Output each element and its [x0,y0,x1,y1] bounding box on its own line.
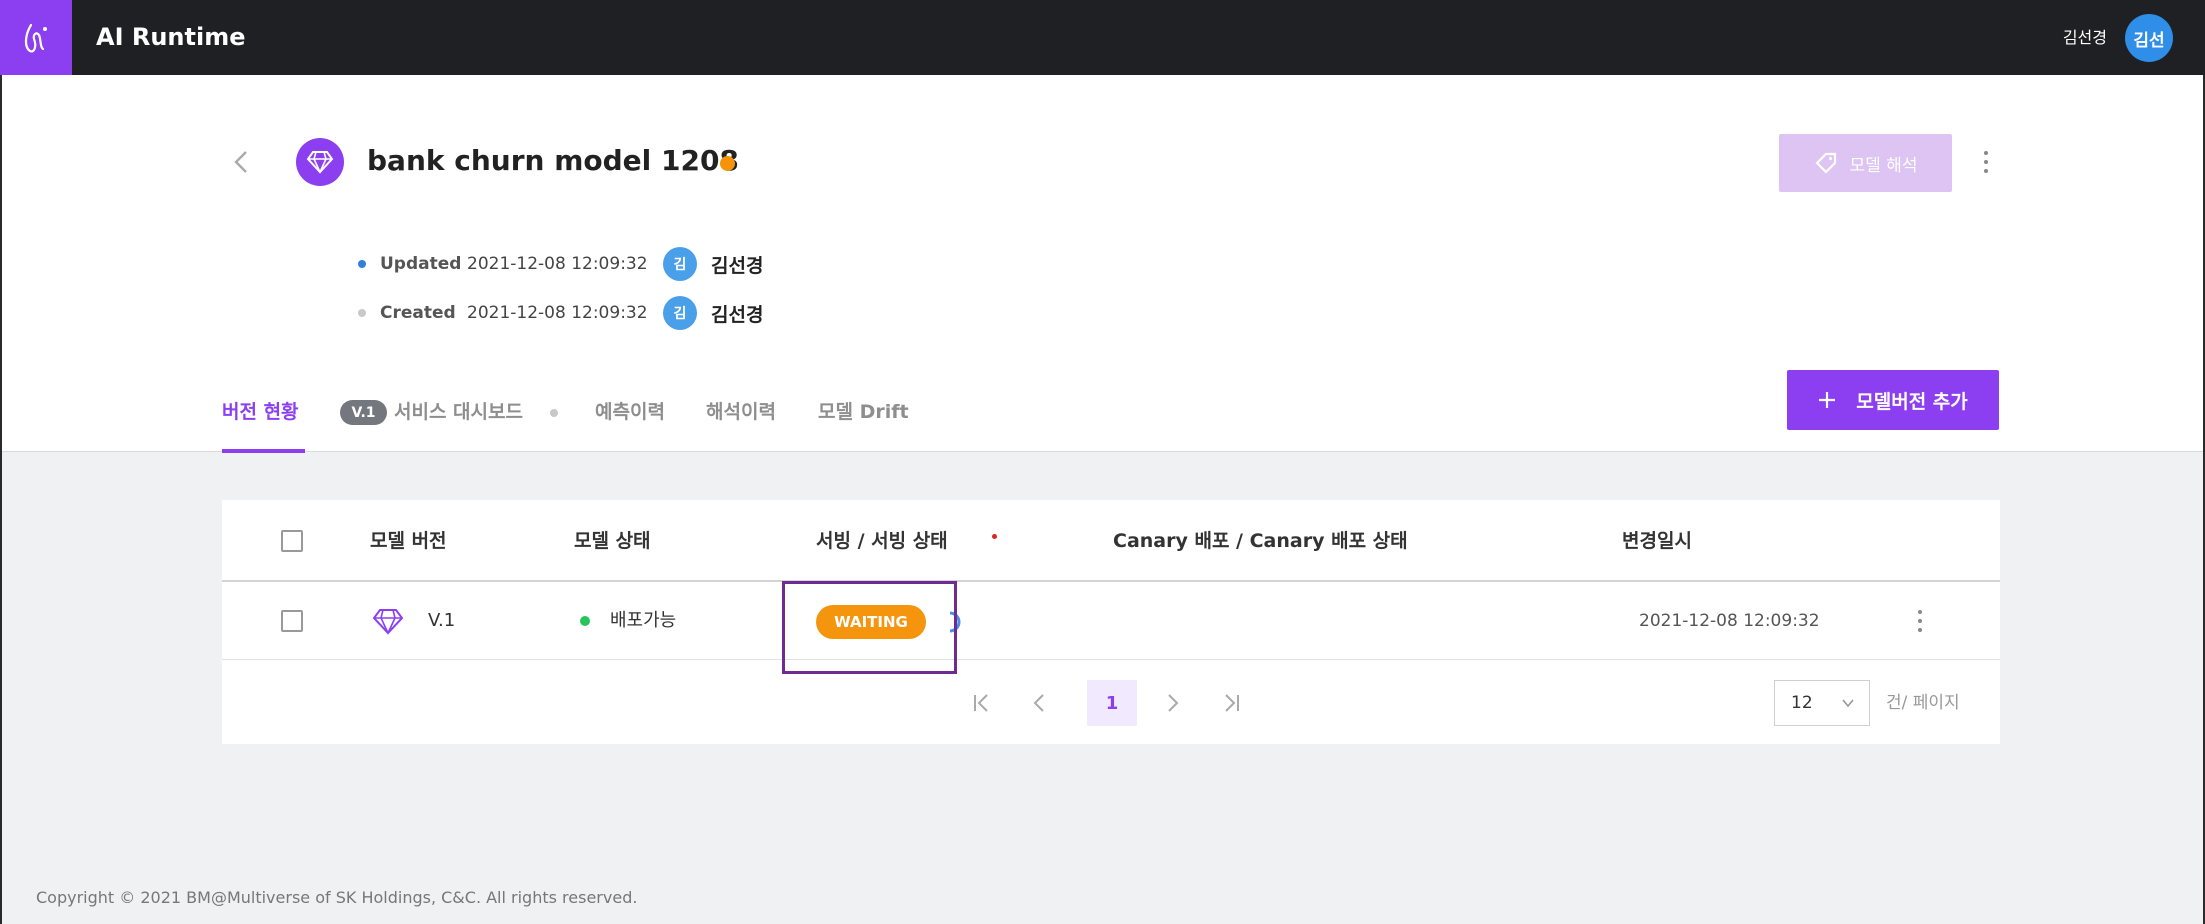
col-model-status: 모델 상태 [574,530,651,552]
diamond-icon [372,609,404,635]
select-all-checkbox[interactable] [281,530,303,552]
updated-user: 김선경 [711,254,764,277]
model-avatar [296,138,344,186]
current-page[interactable]: 1 [1087,680,1137,726]
tab-interpretation-history[interactable]: 해석이력 [706,394,776,430]
updated-date: 2021-12-08 12:09:32 [467,254,648,274]
add-model-version-label: 모델버전 추가 [1856,390,1968,413]
model-interpret-button[interactable]: 모델 해석 [1779,134,1952,192]
user-name[interactable]: 김선경 [2063,0,2107,75]
chevron-right-icon [1168,694,1179,712]
top-bar: AI Runtime 김선경 김선 [0,0,2205,75]
created-row: Created 2021-12-08 12:09:32 김 김선경 [358,293,763,333]
col-model-version: 모델 버전 [370,530,447,552]
row-checkbox[interactable] [281,610,303,632]
more-options-button[interactable] [1974,146,1998,178]
diamond-icon [306,151,334,174]
table-row[interactable]: V.1 배포가능 WAITING 2021-12-08 12:09:32 [222,582,2000,660]
status-dot [580,616,590,626]
col-serving-status: 서빙 / 서빙 상태 [816,530,948,552]
updated-label: Updated [380,254,462,274]
tab-prediction-history[interactable]: 예측이력 [595,394,665,430]
updated-row: Updated 2021-12-08 12:09:32 김 김선경 [358,244,763,284]
first-page-button[interactable] [957,680,1005,726]
next-page-button[interactable] [1148,680,1196,726]
changed-at-cell: 2021-12-08 12:09:32 [1639,611,1820,631]
kebab-icon [1984,151,1988,155]
app-title: AI Runtime [96,23,246,51]
updated-dot [358,260,366,268]
active-tab-indicator [222,449,305,453]
kebab-icon [1918,610,1922,614]
app-logo[interactable] [0,0,72,75]
window-edge-left [0,75,2,924]
required-dot [992,534,997,539]
table-header: 모델 버전 모델 상태 서빙 / 서빙 상태 Canary 배포 / Canar… [222,500,2000,582]
chevron-left-icon [1033,694,1044,712]
avatar: 김 [663,296,697,330]
add-model-version-button[interactable]: 모델버전 추가 [1787,370,1999,430]
version-badge: V.1 [340,400,387,425]
model-interpret-label: 모델 해석 [1849,155,1918,176]
model-status-dot [720,156,735,171]
tag-icon [1814,152,1836,174]
tab-version-status[interactable]: 버전 현황 [222,394,299,430]
last-page-button[interactable] [1208,680,1256,726]
created-label: Created [380,303,456,323]
tab-status-dot [550,409,558,417]
page-size-value: 12 [1791,693,1813,713]
tab-service-dashboard[interactable]: 서비스 대시보드 [394,394,523,430]
plus-icon [1819,392,1836,408]
tab-model-drift[interactable]: 모델 Drift [818,394,909,430]
chevron-last-icon [1225,694,1239,712]
version-table: 모델 버전 모델 상태 서빙 / 서빙 상태 Canary 배포 / Canar… [222,500,2000,744]
model-version-cell[interactable]: V.1 [428,582,455,660]
pagination: 1 12 건/ 페이지 [222,660,2000,744]
footer-copyright: Copyright © 2021 BM@Multiverse of SK Hol… [36,888,638,907]
created-dot [358,309,366,317]
chevron-left-icon [234,151,247,173]
chevron-down-icon [1842,699,1854,708]
page-title: bank churn model 1208 [367,144,739,177]
created-user: 김선경 [711,303,764,326]
user-avatar[interactable]: 김선 [2125,14,2173,62]
model-status-cell: 배포가능 [610,610,677,631]
page-size-unit: 건/ 페이지 [1886,693,1960,713]
row-more-button[interactable] [1908,606,1932,636]
logo-icon [24,23,47,52]
created-date: 2021-12-08 12:09:32 [467,303,648,323]
col-canary-status: Canary 배포 / Canary 배포 상태 [1113,530,1408,552]
highlight-box [782,581,957,674]
page-size-select[interactable]: 12 [1774,680,1870,726]
back-button[interactable] [228,148,256,176]
prev-page-button[interactable] [1016,680,1064,726]
chevron-first-icon [974,694,988,712]
avatar: 김 [663,247,697,281]
col-changed-at: 변경일시 [1622,530,1692,552]
